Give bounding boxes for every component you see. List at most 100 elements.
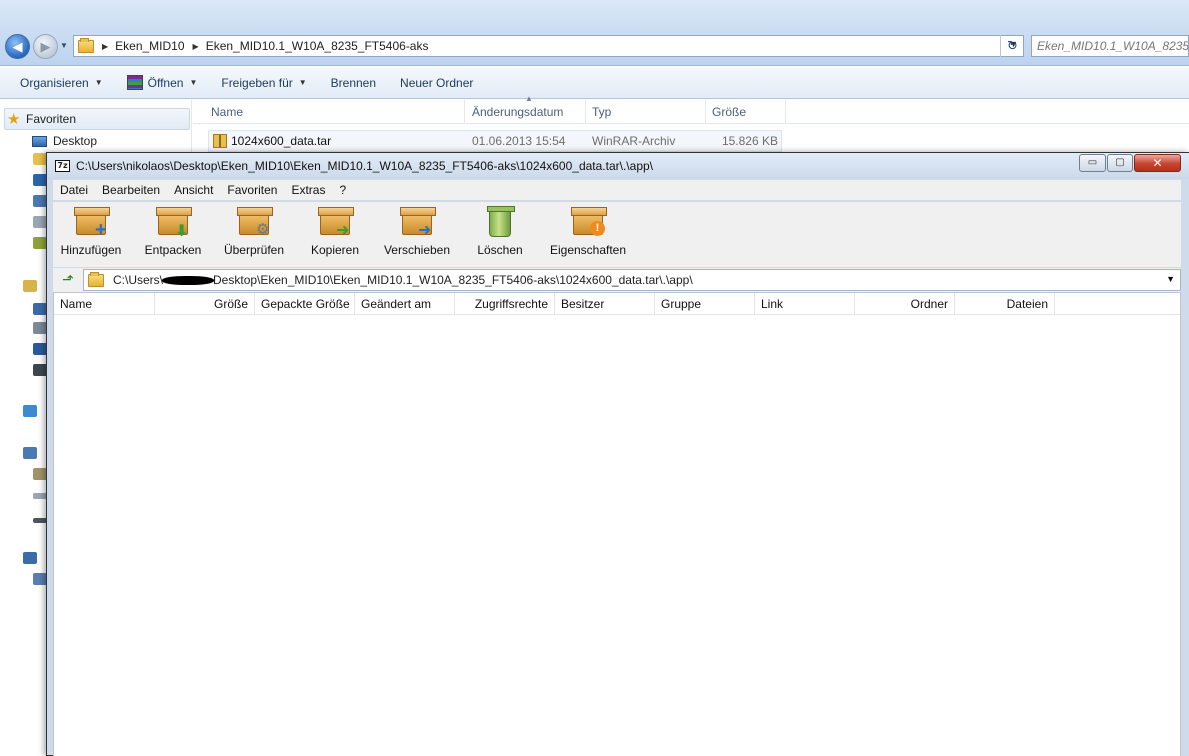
column-header-packed-size[interactable]: Gepackte Größe [255, 293, 355, 315]
move-icon: ➜ [399, 205, 436, 239]
network-computer-icon[interactable] [33, 573, 47, 585]
drive-icon[interactable] [33, 216, 47, 228]
title-bar[interactable]: 7z C:\Users\nikolaos\Desktop\Eken_MID10\… [47, 153, 1189, 179]
path-suffix: Desktop\Eken_MID10\Eken_MID10.1_W10A_823… [213, 273, 693, 287]
info-icon: ! [570, 205, 607, 239]
homegroup-icon[interactable] [23, 405, 37, 417]
drive-icon[interactable] [33, 493, 47, 499]
folder-icon [88, 271, 104, 287]
column-header-attributes[interactable]: Zugriffsrechte [455, 293, 555, 315]
maximize-button[interactable]: ▢ [1107, 154, 1133, 172]
sidebar-item-label: Favoriten [26, 112, 77, 126]
back-button[interactable]: ◀ [5, 34, 30, 59]
test-button[interactable]: ⚙ Überprüfen [221, 205, 287, 267]
pictures-icon[interactable] [33, 303, 47, 315]
menu-tools[interactable]: Extras [284, 183, 332, 197]
breadcrumb-item[interactable]: Eken_MID10 [115, 39, 184, 53]
sidebar-item-label: Desktop [53, 134, 98, 148]
explorer-address-bar[interactable]: ▶ Eken_MID10 ▶ Eken_MID10.1_W10A_8235_FT… [73, 35, 1024, 57]
column-header-size[interactable]: Größe [155, 293, 255, 315]
file-list-column-headers: Name Größe Gepackte Größe Geändert am Zu… [54, 293, 1180, 315]
menu-favorites[interactable]: Favoriten [220, 183, 284, 197]
network-icon[interactable] [23, 552, 37, 564]
burn-button[interactable]: Brennen [319, 67, 388, 99]
column-header-folders[interactable]: Ordner [855, 293, 955, 315]
drive-icon[interactable] [33, 468, 47, 480]
menu-help[interactable]: ? [332, 183, 353, 197]
menu-edit[interactable]: Bearbeiten [95, 183, 167, 197]
videos-icon[interactable] [33, 364, 47, 376]
column-header-link[interactable]: Link [755, 293, 855, 315]
recent-pages-dropdown-icon[interactable]: ▼ [60, 41, 68, 50]
minimize-button[interactable]: ▭ [1079, 154, 1106, 172]
test-label: Überprüfen [223, 243, 285, 257]
search-input[interactable]: Eken_MID10.1_W10A_8235_FT5406-aks durchs… [1031, 35, 1189, 57]
tar-archive-icon [213, 134, 227, 148]
column-header-modified[interactable]: Geändert am [355, 293, 455, 315]
cloud-icon[interactable] [33, 174, 47, 186]
file-list[interactable]: Name Größe Gepackte Größe Geändert am Zu… [53, 292, 1181, 756]
7zip-app-icon[interactable]: 7z [55, 160, 70, 172]
column-header-name[interactable]: Name [205, 100, 465, 124]
column-header-owner[interactable]: Besitzer [555, 293, 655, 315]
sidebar-item-favorites[interactable]: ★ Favoriten [4, 108, 190, 130]
menu-view[interactable]: Ansicht [167, 183, 220, 197]
up-arrow-icon: ⬏ [62, 271, 74, 287]
column-header-type[interactable]: Typ [586, 100, 706, 124]
folder-icon [78, 37, 94, 53]
file-type: WinRAR-Archiv [592, 134, 676, 148]
window-title: C:\Users\nikolaos\Desktop\Eken_MID10\Eke… [76, 159, 653, 173]
open-label: Öffnen [147, 75, 184, 90]
organize-label: Organisieren [20, 75, 89, 90]
breadcrumb-item[interactable]: Eken_MID10.1_W10A_8235_FT5406-aks [206, 39, 429, 53]
add-archive-icon: + [73, 205, 110, 241]
add-button[interactable]: + Hinzufügen [57, 205, 125, 267]
breadcrumb-separator-icon[interactable]: ▶ [193, 42, 199, 51]
close-button[interactable]: ✕ [1134, 154, 1181, 172]
file-name: 1024x600_data.tar [231, 134, 332, 148]
delete-button[interactable]: Löschen [473, 205, 527, 267]
music-icon[interactable] [33, 343, 47, 355]
downloads-icon[interactable] [33, 237, 47, 249]
burn-label: Brennen [330, 75, 377, 90]
computer-icon[interactable] [33, 195, 47, 207]
column-header-name[interactable]: Name [54, 293, 155, 315]
drive-icon[interactable] [33, 518, 47, 523]
properties-button[interactable]: ! Eigenschaften [543, 205, 633, 267]
file-size: 15.826 KB [721, 134, 778, 148]
refresh-icon: ↻ [1007, 38, 1018, 53]
breadcrumb-separator-icon[interactable]: ▶ [102, 42, 108, 51]
forward-button[interactable]: ▶ [33, 34, 58, 59]
organize-button[interactable]: Organisieren ▼ [0, 67, 115, 99]
path-combobox[interactable]: C:\Users\ Desktop\Eken_MID10\Eken_MID10.… [83, 269, 1181, 291]
documents-icon[interactable] [33, 322, 47, 334]
extract-button[interactable]: ⬇ Entpacken [141, 205, 205, 267]
path-dropdown-icon[interactable]: ▼ [1166, 274, 1175, 284]
path-bar: ⬏ C:\Users\ Desktop\Eken_MID10\Eken_MID1… [53, 268, 1181, 292]
file-row[interactable]: 1024x600_data.tar 01.06.2013 15:54 WinRA… [208, 130, 782, 152]
move-button[interactable]: ➜ Verschieben [379, 205, 455, 267]
libraries-icon[interactable] [23, 280, 37, 292]
computer-icon[interactable] [23, 447, 37, 459]
new-folder-button[interactable]: Neuer Ordner [388, 67, 485, 99]
chevron-down-icon: ▼ [94, 78, 103, 87]
column-header-size[interactable]: Größe [706, 100, 786, 124]
chevron-down-icon: ▼ [189, 78, 198, 87]
column-header-files[interactable]: Dateien [955, 293, 1055, 315]
file-modified: 01.06.2013 15:54 [472, 134, 566, 148]
forward-arrow-icon: ▶ [40, 39, 51, 54]
back-arrow-icon: ◀ [12, 39, 23, 54]
share-button[interactable]: Freigeben für ▼ [209, 67, 318, 99]
copy-icon: ➜ [317, 205, 354, 239]
folder-icon[interactable] [33, 153, 47, 165]
sidebar-item-desktop[interactable]: Desktop [32, 132, 97, 150]
menu-file[interactable]: Datei [53, 183, 95, 197]
column-header-modified[interactable]: Änderungsdatum [466, 100, 586, 124]
open-button[interactable]: Öffnen ▼ [115, 67, 210, 99]
column-header-group[interactable]: Gruppe [655, 293, 755, 315]
refresh-button[interactable]: ↻ [1000, 35, 1024, 57]
up-folder-button[interactable]: ⬏ [59, 270, 77, 288]
copy-button[interactable]: ➜ Kopieren [305, 205, 365, 267]
share-label: Freigeben für [221, 75, 293, 90]
extract-label: Entpacken [144, 243, 202, 257]
